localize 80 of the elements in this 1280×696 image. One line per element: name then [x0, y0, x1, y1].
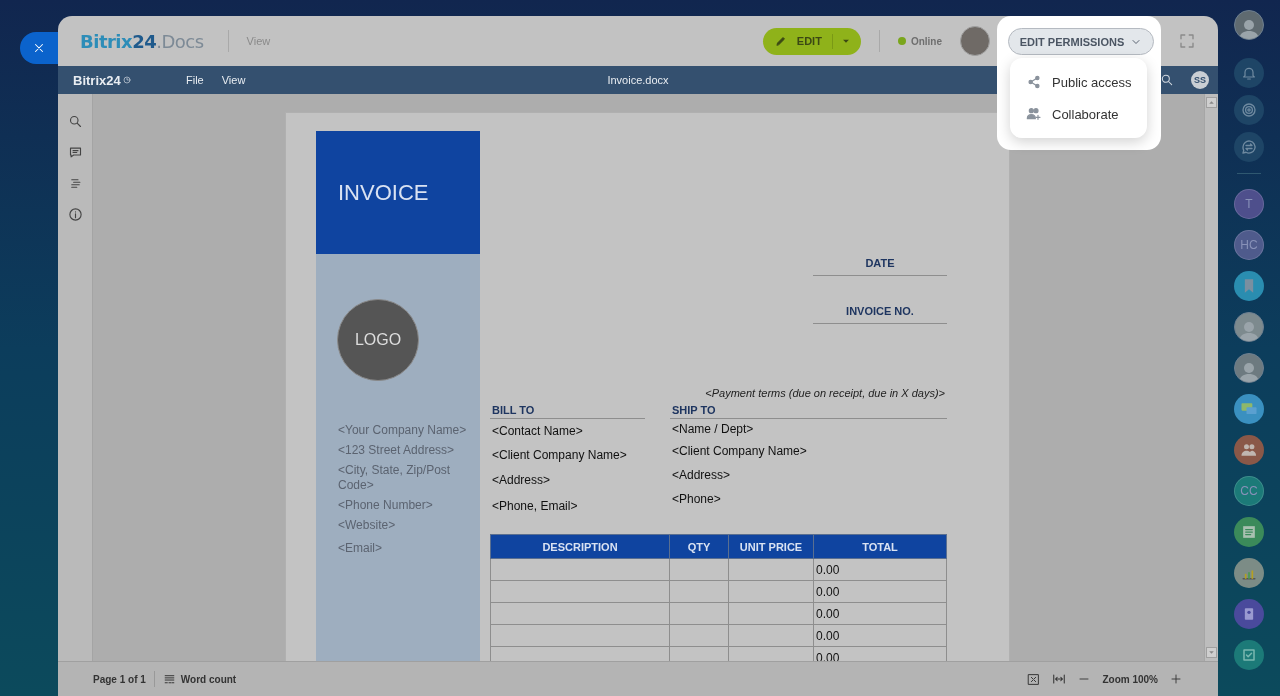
avatar[interactable] — [1234, 353, 1264, 383]
editor-logo: Bitrix24 — [73, 72, 121, 88]
search-icon — [67, 114, 83, 129]
user-initials[interactable]: SS — [1191, 71, 1209, 89]
invoice-title: INVOICE — [338, 179, 429, 206]
table-cell — [669, 558, 729, 581]
company-line: <Your Company Name> — [338, 423, 468, 438]
notifications-button[interactable] — [1234, 58, 1264, 88]
ship-to-line: <Client Company Name> — [672, 443, 808, 460]
word-count-button[interactable]: Word count — [180, 673, 237, 685]
table-cell: 0.00 — [813, 580, 947, 603]
clock-icon — [122, 76, 131, 84]
bill-to-line: <Address> — [492, 472, 552, 489]
table-cell — [669, 624, 729, 647]
company-line: <Website> — [338, 518, 397, 533]
company-line: <Email> — [338, 541, 384, 556]
down-arrow-icon — [1208, 649, 1215, 656]
table-cell: 0.00 — [813, 624, 947, 647]
ship-to-line: <Address> — [672, 467, 732, 484]
fit-page-icon — [1027, 672, 1041, 686]
date-label: DATE — [813, 257, 947, 276]
company-line: <City, State, Zip/Post Code> — [338, 463, 452, 493]
menu-tab[interactable]: View — [212, 74, 255, 86]
bill-to-heading: BILL TO — [490, 402, 645, 419]
ship-to-heading: SHIP TO — [670, 402, 947, 419]
column-header: UNIT PRICE — [728, 534, 814, 559]
chat-swap-button[interactable] — [1234, 132, 1264, 162]
table-cell — [669, 580, 729, 603]
table-cell: 0.00 — [813, 558, 947, 581]
column-header: DESCRIPTION — [490, 534, 670, 559]
company-line: <Phone Number> — [338, 498, 434, 513]
avatar[interactable] — [1234, 10, 1264, 40]
pencil-icon — [774, 35, 787, 47]
bill-to-line: <Contact Name> — [492, 423, 584, 440]
fit-width-icon — [1052, 672, 1067, 686]
edit-button[interactable]: EDIT — [762, 27, 832, 55]
chat-arrows-icon — [1240, 138, 1258, 156]
add-user-icon — [1026, 106, 1042, 122]
menu-tab[interactable]: File — [177, 74, 213, 86]
page-count: Page 1 of 1 — [93, 673, 146, 685]
bill-to-line: <Client Company Name> — [492, 447, 628, 464]
contact-button[interactable] — [1234, 599, 1264, 629]
ship-to-line: <Phone> — [672, 491, 722, 508]
menu-item[interactable]: Public access — [1010, 69, 1147, 95]
zoom-level: Zoom 100% — [1102, 673, 1158, 685]
info-icon — [67, 207, 83, 222]
people-button[interactable] — [1234, 435, 1264, 465]
edit-permissions-button[interactable]: EDIT PERMISSIONS — [1008, 28, 1154, 55]
bill-to-line: <Phone, Email> — [492, 498, 579, 515]
word-count-icon — [162, 672, 176, 686]
task-button[interactable] — [1234, 640, 1264, 670]
column-header: QTY — [669, 534, 729, 559]
payment-terms: <Payment terms (due on receipt, due in X days)> — [704, 387, 946, 399]
user-avatar[interactable] — [960, 26, 990, 56]
fullscreen-icon — [1178, 32, 1196, 50]
table-cell: 0.00 — [813, 602, 947, 625]
close-icon — [32, 41, 46, 55]
logo-text: LOGO — [354, 331, 402, 349]
online-status: Online — [910, 35, 942, 47]
bell-icon — [1241, 65, 1257, 81]
close-button[interactable] — [20, 32, 58, 64]
avatar[interactable] — [1234, 312, 1264, 342]
file-name: Invoice.docx — [607, 74, 669, 86]
invoice-number-label: INVOICE NO. — [813, 305, 947, 324]
company-line: <123 Street Address> — [338, 443, 456, 458]
menu-item[interactable]: Collaborate — [1010, 101, 1147, 127]
chart-button[interactable] — [1234, 558, 1264, 588]
column-header: TOTAL — [813, 534, 947, 559]
comment-icon — [67, 145, 83, 160]
ship-to-line: <Name / Dept> — [672, 421, 755, 438]
table-cell — [669, 602, 729, 625]
online-dot — [897, 37, 906, 45]
zoom-in-icon — [1170, 673, 1182, 685]
news-button[interactable] — [1234, 517, 1264, 547]
chat-button[interactable] — [1234, 394, 1264, 424]
bitrix-docs-logo: Bitrix24.Docs — [80, 30, 204, 52]
bookmark-button[interactable] — [1234, 271, 1264, 301]
search-icon — [1160, 73, 1174, 87]
share-icon — [1026, 74, 1042, 90]
up-arrow-icon — [1208, 99, 1215, 106]
